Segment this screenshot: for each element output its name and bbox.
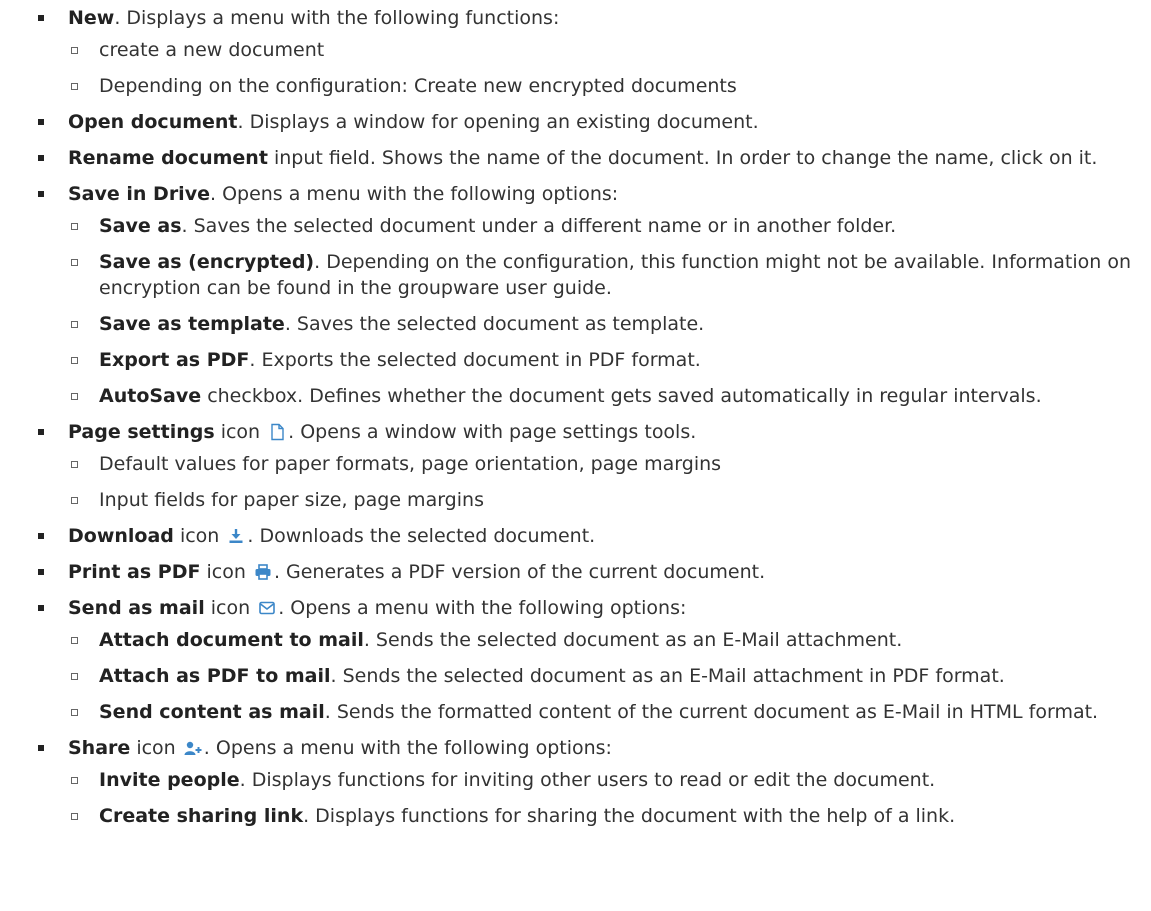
- item-desc: input field. Shows the name of the docum…: [267, 147, 1098, 169]
- sub-item-text: Input fields for paper size, page margin…: [99, 489, 484, 511]
- item-icon-label: icon: [200, 561, 252, 583]
- print-icon: [253, 563, 273, 581]
- sub-item-title: Save as: [99, 215, 182, 237]
- sub-item: Save as (encrypted). Depending on the co…: [68, 249, 1144, 301]
- sub-item-desc: . Saves the selected document as templat…: [284, 313, 705, 335]
- item-icon-label: icon: [214, 421, 267, 443]
- sub-item: Save as. Saves the selected document und…: [68, 213, 1144, 239]
- sub-item-title: Save as (encrypted): [99, 251, 315, 273]
- sub-item-text: Depending on the configuration: Create n…: [99, 75, 737, 97]
- sub-list: Save as. Saves the selected document und…: [68, 213, 1144, 409]
- sub-item: Create sharing link. Displays functions …: [68, 803, 1144, 829]
- list-item-print-as-pdf: Print as PDF icon . Generates a PDF vers…: [20, 559, 1144, 585]
- item-desc: . Opens a window with page settings tool…: [288, 421, 697, 443]
- sub-item: Export as PDF. Exports the selected docu…: [68, 347, 1144, 373]
- document-page: New. Displays a menu with the following …: [0, 0, 1151, 911]
- item-title: Rename document: [68, 147, 268, 169]
- item-desc: . Opens a menu with the following option…: [203, 737, 612, 759]
- item-title: Download: [68, 525, 174, 547]
- list-item-save-in-drive: Save in Drive. Opens a menu with the fol…: [20, 181, 1144, 409]
- item-desc: . Opens a menu with the following option…: [209, 183, 619, 205]
- sub-item: Send content as mail. Sends the formatte…: [68, 699, 1144, 725]
- sub-list: create a new document Depending on the c…: [68, 37, 1144, 99]
- item-icon-label: icon: [173, 525, 226, 547]
- add-user-icon: [183, 739, 203, 757]
- envelope-icon: [257, 599, 277, 617]
- item-desc: . Generates a PDF version of the current…: [273, 561, 766, 583]
- item-title: Share: [68, 737, 131, 759]
- sub-item: create a new document: [68, 37, 1144, 63]
- sub-list: Default values for paper formats, page o…: [68, 451, 1144, 513]
- sub-item-desc: checkbox. Defines whether the document g…: [201, 385, 1042, 407]
- feature-list: New. Displays a menu with the following …: [20, 5, 1144, 839]
- item-title: New: [68, 7, 115, 29]
- sub-item: Input fields for paper size, page margin…: [68, 487, 1144, 513]
- sub-item: Invite people. Displays functions for in…: [68, 767, 1144, 793]
- sub-item: Depending on the configuration: Create n…: [68, 73, 1144, 99]
- sub-item-title: Create sharing link: [99, 805, 304, 827]
- item-icon-label: icon: [130, 737, 182, 759]
- sub-item-desc: . Sends the formatted content of the cur…: [324, 701, 1099, 723]
- list-item-download: Download icon . Downloads the selected d…: [20, 523, 1144, 549]
- sub-item: Save as template. Saves the selected doc…: [68, 311, 1144, 337]
- sub-item: Attach document to mail. Sends the selec…: [68, 627, 1144, 653]
- sub-list: Invite people. Displays functions for in…: [68, 767, 1144, 829]
- item-desc: . Opens a menu with the following option…: [278, 597, 687, 619]
- sub-item-title: Attach as PDF to mail: [99, 665, 331, 687]
- item-title: Open document: [68, 111, 238, 133]
- item-title: Print as PDF: [68, 561, 201, 583]
- sub-item-text: create a new document: [99, 39, 325, 61]
- item-desc: . Displays a menu with the following fun…: [114, 7, 560, 29]
- sub-item-title: Export as PDF: [99, 349, 250, 371]
- sub-item: Default values for paper formats, page o…: [68, 451, 1144, 477]
- list-item-rename-document: Rename document input field. Shows the n…: [20, 145, 1144, 171]
- sub-item: AutoSave checkbox. Defines whether the d…: [68, 383, 1144, 409]
- item-title: Send as mail: [68, 597, 205, 619]
- sub-item-desc: . Displays functions for sharing the doc…: [303, 805, 956, 827]
- sub-item-title: Send content as mail: [99, 701, 325, 723]
- sub-item-desc: . Displays functions for inviting other …: [239, 769, 936, 791]
- sub-item-desc: . Sends the selected document as an E-Ma…: [330, 665, 1005, 687]
- file-icon: [267, 423, 287, 441]
- list-item-new: New. Displays a menu with the following …: [20, 5, 1144, 99]
- list-item-page-settings: Page settings icon . Opens a window with…: [20, 419, 1144, 513]
- sub-item: Attach as PDF to mail. Sends the selecte…: [68, 663, 1144, 689]
- sub-list: Attach document to mail. Sends the selec…: [68, 627, 1144, 725]
- list-item-share: Share icon . Opens a menu with the follo…: [20, 735, 1144, 829]
- item-title: Save in Drive: [68, 183, 210, 205]
- sub-item-desc: . Saves the selected document under a di…: [181, 215, 897, 237]
- list-item-open-document: Open document. Displays a window for ope…: [20, 109, 1144, 135]
- item-desc: . Displays a window for opening an exist…: [237, 111, 759, 133]
- sub-item-text: Default values for paper formats, page o…: [99, 453, 722, 475]
- sub-item-title: Save as template: [99, 313, 285, 335]
- sub-item-title: Attach document to mail: [99, 629, 364, 651]
- list-item-send-as-mail: Send as mail icon . Opens a menu with th…: [20, 595, 1144, 725]
- sub-item-desc: . Sends the selected document as an E-Ma…: [363, 629, 903, 651]
- download-icon: [226, 527, 246, 545]
- sub-item-title: AutoSave: [99, 385, 202, 407]
- item-icon-label: icon: [204, 597, 257, 619]
- item-title: Page settings: [68, 421, 215, 443]
- item-desc: . Downloads the selected document.: [247, 525, 596, 547]
- sub-item-desc: . Exports the selected document in PDF f…: [249, 349, 701, 371]
- sub-item-title: Invite people: [99, 769, 240, 791]
